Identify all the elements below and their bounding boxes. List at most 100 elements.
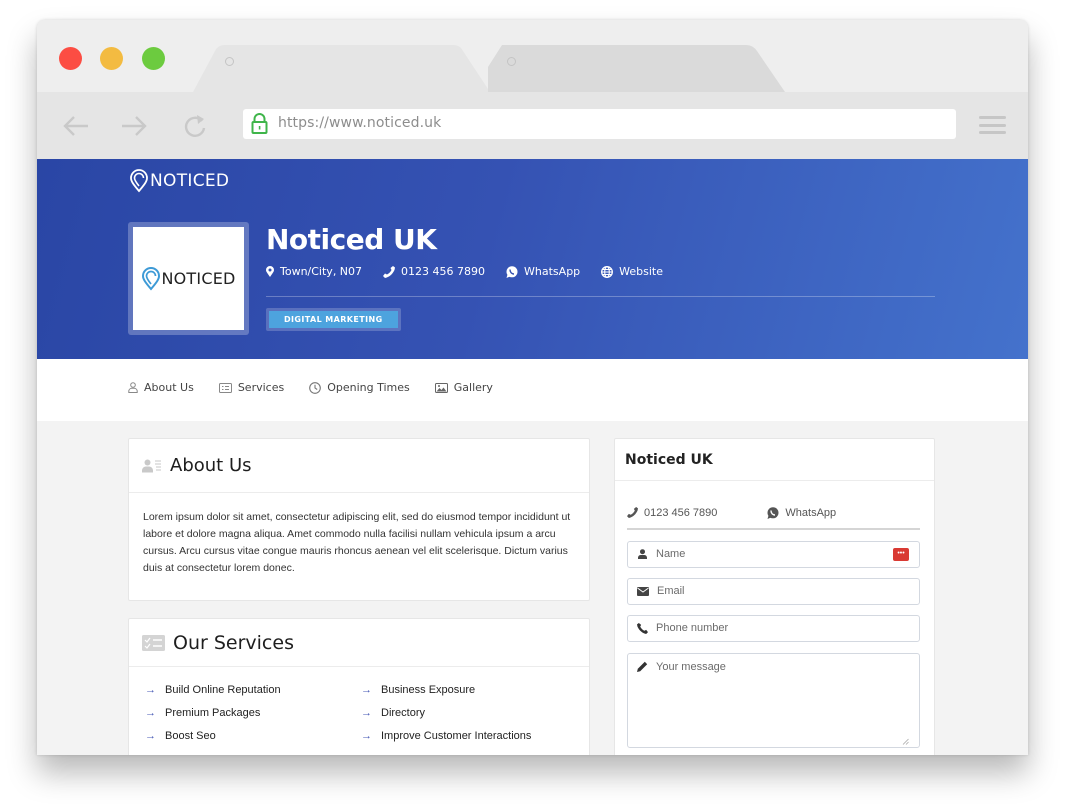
services-list-icon [142,634,165,651]
image-icon [434,382,448,393]
services-title: Our Services [173,631,294,654]
clock-icon [309,381,322,394]
forward-arrow-icon[interactable] [119,112,149,140]
location-text: Town/City, N07 [280,265,363,278]
url-text: https://www.noticed.uk [278,115,442,131]
nav-opening-times[interactable]: Opening Times [309,381,410,394]
minimize-window-button[interactable] [100,47,123,70]
browser-tab[interactable] [488,45,788,92]
header-divider [266,296,935,297]
message-placeholder: Your message [656,660,726,673]
contact-card: Noticed UK 0123 456 7890 WhatsApp Name •… [614,438,935,755]
contact-title: Noticed UK [625,451,713,468]
phone-input[interactable]: Phone number [627,614,920,642]
contact-whatsapp-link[interactable]: WhatsApp [767,497,836,528]
nav-about-us[interactable]: About Us [128,381,194,394]
phone-icon [637,622,648,634]
whatsapp-text: WhatsApp [524,265,581,278]
arrow-right-icon: → [361,729,372,742]
contact-divider [627,528,920,530]
category-label: DIGITAL MARKETING [269,311,398,328]
nav-label: Opening Times [327,381,410,394]
arrow-right-icon: → [145,706,156,719]
section-nav: About Us Services Opening Times Gallery [37,359,1028,421]
browser-toolbar: https://www.noticed.uk [37,92,1028,159]
phone-text: 0123 456 7890 [401,265,486,278]
user-icon [128,382,138,393]
site-logo[interactable]: NOTICED [129,169,229,193]
maximize-window-button[interactable] [142,47,165,70]
service-item: → Boost Seo [145,727,361,744]
tab-close-icon[interactable] [507,57,516,66]
service-label: Premium Packages [165,706,261,719]
browser-tab-active[interactable] [193,45,493,92]
hamburger-menu-icon[interactable] [979,116,1006,139]
contact-header: Noticed UK [615,439,934,481]
close-window-button[interactable] [59,47,82,70]
arrow-right-icon: → [145,683,156,696]
email-placeholder: Email [657,585,685,597]
service-label: Improve Customer Interactions [381,729,532,742]
about-header: About Us [129,439,589,493]
arrow-right-icon: → [361,706,372,719]
back-arrow-icon[interactable] [61,112,91,140]
pin-logo-icon [142,266,161,291]
name-input[interactable]: Name ••• [627,540,920,568]
user-icon [638,549,647,559]
about-title: About Us [170,455,252,476]
nav-gallery[interactable]: Gallery [434,381,493,394]
whatsapp-icon [767,506,779,519]
services-header: Our Services [129,619,589,667]
location: Town/City, N07 [266,265,362,278]
phone-placeholder: Phone number [656,622,729,634]
content-area: About Us Lorem ipsum dolor sit amet, con… [37,421,1028,755]
list-icon [218,382,232,393]
logo-text: NOTICED [161,269,236,288]
business-logo: NOTICED [128,222,249,335]
address-bar[interactable]: https://www.noticed.uk [243,109,956,139]
reload-icon[interactable] [181,112,211,140]
nav-services[interactable]: Services [218,381,285,394]
brand-name: NOTICED [150,171,230,191]
pencil-icon [637,661,648,672]
contact-quick-links: 0123 456 7890 WhatsApp [615,481,934,528]
envelope-icon [637,586,649,596]
service-label: Boost Seo [165,729,216,742]
password-manager-badge[interactable]: ••• [893,547,909,561]
business-header: NOTICED NOTICED Noticed UK Town/City, N0… [37,159,1028,359]
message-textarea[interactable]: Your message [627,652,920,748]
phone-link[interactable]: 0123 456 7890 [383,265,485,278]
user-profile-icon [142,459,161,472]
nav-label: Services [237,381,285,394]
business-name: Noticed UK [266,223,437,256]
arrow-right-icon: → [145,729,156,742]
service-item: → Business Exposure [361,681,577,698]
service-label: Business Exposure [381,683,476,696]
service-label: Build Online Reputation [165,683,281,696]
services-card: Our Services → Build Online Reputation → B… [128,618,590,755]
globe-icon [601,265,614,278]
resize-handle-icon[interactable] [902,738,909,745]
browser-window: https://www.noticed.uk NOTICED NOTICED N… [37,20,1028,755]
whatsapp-icon [506,265,518,278]
service-label: Directory [381,706,426,719]
service-item: → Improve Customer Interactions [361,727,577,744]
tab-close-icon[interactable] [225,57,234,66]
website-text: Website [619,265,664,278]
website-link[interactable]: Website [601,265,663,278]
name-placeholder: Name [656,548,686,560]
nav-label: Gallery [453,381,493,394]
nav-label: About Us [144,381,194,394]
service-item: → Directory [361,704,577,721]
phone-icon [383,265,396,278]
phone-icon [627,507,638,518]
whatsapp-link[interactable]: WhatsApp [506,265,580,278]
contact-phone-link[interactable]: 0123 456 7890 [627,497,717,528]
pin-logo-icon [130,169,148,193]
about-card: About Us Lorem ipsum dolor sit amet, con… [128,438,590,601]
category-badge[interactable]: DIGITAL MARKETING [266,308,401,331]
map-marker-icon [266,266,274,277]
email-input[interactable]: Email [627,577,920,605]
title-bar [37,20,1028,92]
arrow-right-icon: → [361,683,372,696]
